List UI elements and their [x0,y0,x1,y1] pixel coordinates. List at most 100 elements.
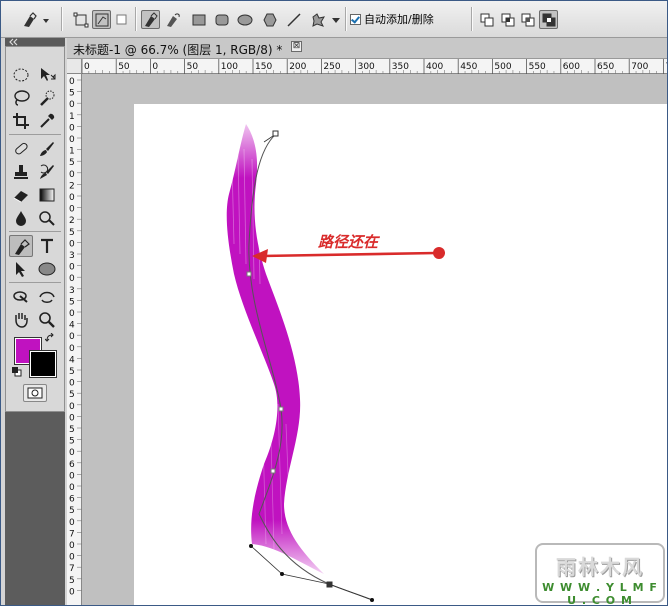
separator [9,282,61,283]
path-handle [250,545,373,601]
checkbox-checked-icon[interactable] [350,13,361,25]
ruler-label: 1 [69,147,75,157]
quick-mask-button[interactable] [23,384,47,402]
background-color-swatch[interactable] [29,350,57,378]
separator [61,7,63,31]
custom-shape-icon [312,13,326,27]
ruler-label: 4 [69,355,75,365]
shape-layers-button[interactable] [71,10,90,29]
pen-icon [15,239,30,255]
path-selection-arrow-icon [16,262,25,277]
move-icon [41,68,56,81]
crop-tool[interactable] [9,110,33,132]
tool-preset-picker[interactable] [19,10,51,29]
custom-shape-tool-option[interactable] [308,10,327,29]
path-direction-point[interactable] [280,572,284,576]
ruler-label: 500 [494,62,511,72]
watermark-url: W W W . Y L M F U . C O M [542,581,658,606]
freeform-pen-option[interactable] [163,10,182,29]
spot-healing-tool[interactable] [9,138,33,160]
ruler-label: 0 [69,123,75,133]
canvas-artwork [226,124,445,602]
pen-tool-option[interactable] [141,10,160,29]
fill-pixels-button[interactable] [112,10,131,29]
pen-tool[interactable] [9,235,33,257]
clone-stamp-tool[interactable] [9,161,33,183]
type-tool[interactable] [35,235,59,257]
move-tool[interactable] [35,64,59,86]
rounded-rectangle-icon [215,14,229,26]
canvas-scroll-area[interactable] [82,74,667,605]
line-icon [287,13,301,27]
document-canvas[interactable] [134,104,667,605]
bandage-icon [15,142,28,155]
marquee-icon [13,68,29,82]
gradient-tool[interactable] [35,184,59,206]
close-document-icon[interactable]: ⊠ [291,41,302,52]
fill-pixels-icon [116,14,127,25]
ruler-label: 0 [69,483,75,493]
document-tab-title: 未标题-1 @ 66.7% (图层 1, RGB/8) * [73,43,283,57]
toolbox-header[interactable] [5,38,65,46]
polygon-tool-option[interactable] [260,10,279,29]
zoom-tool[interactable] [35,309,59,331]
paths-mode-button[interactable] [92,10,111,29]
path-anchor-point[interactable] [272,130,279,137]
quick-selection-tool[interactable] [35,87,59,109]
ellipse-shape-tool[interactable] [35,258,59,280]
history-brush-tool[interactable] [35,161,59,183]
intersect-paths-button[interactable] [518,10,537,29]
swap-colors-icon[interactable] [45,333,55,343]
photoshop-window: 自动添加/删除 未标题-1 @ 66.7% (图层 1, RGB/8) * ⊠ … [0,0,668,606]
vertical-ruler[interactable]: 0501001502002503003504004505005506006507… [67,74,82,605]
ruler-label: 5 [69,576,75,586]
rectangle-tool-option[interactable] [189,10,208,29]
auto-add-delete-checkbox[interactable]: 自动添加/删除 [350,11,434,27]
dodge-tool[interactable] [35,207,59,229]
path-selection-tool[interactable] [9,258,33,280]
subtract-paths-button[interactable] [498,10,517,29]
geometry-options-dropdown[interactable] [328,10,342,29]
ruler-label: 0 [69,344,75,354]
path-direction-point[interactable] [370,598,374,602]
rounded-rectangle-tool-option[interactable] [212,10,231,29]
path-direction-point[interactable] [249,544,253,548]
auto-add-delete-label: 自动添加/删除 [364,13,434,26]
eyedropper-tool[interactable] [35,110,59,132]
horizontal-ruler[interactable]: 0 50 0 50 100 150 200 250 300 350 400 450 500 550 600 6… [81,59,667,74]
eyedropper-icon [40,113,55,128]
document-tab[interactable]: 未标题-1 @ 66.7% (图层 1, RGB/8) * ⊠ [67,38,667,59]
ruler-label: 450 [460,62,477,72]
ruler-label: 0 [69,379,75,389]
annotation-arrow-dot [433,247,445,259]
ruler-label: 650 [597,62,614,72]
history-brush-icon [40,164,54,179]
lasso-tool[interactable] [9,87,33,109]
3d-orbit-tool[interactable] [35,286,59,308]
hand-tool[interactable] [9,309,33,331]
brush-tool[interactable] [35,138,59,160]
default-colors-icon[interactable] [12,367,22,377]
intersect-area-icon [521,13,535,27]
ruler-label: 3 [69,251,75,261]
ruler-label: 0 [69,448,75,458]
ruler-origin[interactable] [67,59,82,74]
ellipse-tool-option[interactable] [235,10,254,29]
rect-marquee-tool[interactable] [9,64,33,86]
blur-tool[interactable] [9,207,33,229]
horizontal-ruler-ticks: 0 50 0 50 100 150 200 250 300 350 400 450 500 550 600 6… [81,59,667,74]
rectangle-icon [192,14,206,26]
ruler-label: 0 [69,402,75,412]
ruler-label: 0 [152,62,158,72]
exclude-paths-button[interactable] [539,10,558,29]
ruler-label: 0 [69,135,75,145]
path-anchor-point[interactable] [270,468,276,474]
combine-paths-button[interactable] [477,10,496,29]
path-anchor-point[interactable] [278,406,284,412]
path-anchor-point-selected[interactable] [326,581,333,588]
line-tool-option[interactable] [284,10,303,29]
zoom-icon [39,312,55,328]
path-anchor-point[interactable] [246,271,252,277]
eraser-tool[interactable] [9,184,33,206]
3d-rotate-tool[interactable] [9,286,33,308]
